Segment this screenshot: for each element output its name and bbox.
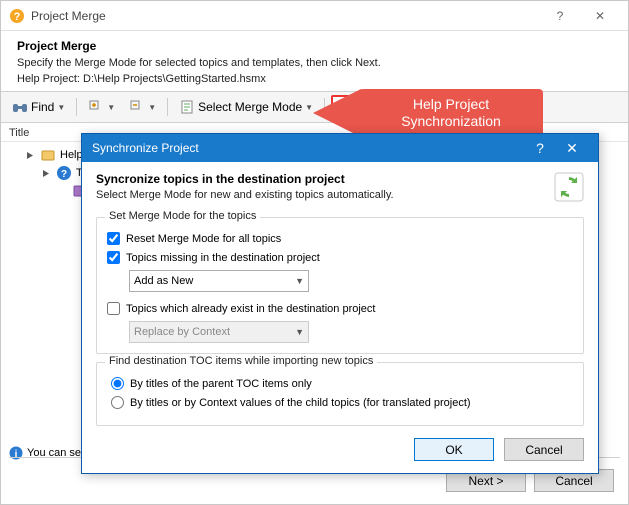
checkbox-input[interactable] [107, 302, 120, 315]
dialog-title: Synchronize Project [92, 141, 524, 155]
reset-merge-mode-checkbox[interactable]: Reset Merge Mode for all topics [107, 232, 573, 245]
wizard-header: Project Merge Specify the Merge Mode for… [1, 31, 628, 91]
project-icon [40, 147, 56, 163]
document-icon [179, 99, 195, 115]
group-legend: Set Merge Mode for the topics [105, 210, 260, 222]
expander-icon[interactable] [25, 150, 36, 161]
dialog-footer: OK Cancel [96, 426, 584, 461]
chevron-down-icon: ▼ [295, 327, 304, 337]
svg-text:i: i [15, 449, 18, 460]
by-titles-context-radio[interactable]: By titles or by Context values of the ch… [111, 396, 573, 409]
chevron-down-icon: ▼ [107, 103, 115, 112]
chevron-down-icon: ▼ [295, 276, 304, 286]
dialog-cancel-button[interactable]: Cancel [504, 438, 584, 461]
synchronize-button[interactable] [331, 95, 357, 119]
help-icon: ? [56, 165, 72, 181]
radio-label: By titles or by Context values of the ch… [130, 397, 471, 409]
chevron-down-icon: ▼ [305, 103, 313, 112]
existing-topics-combo: Replace by Context ▼ [129, 321, 309, 343]
separator [76, 98, 77, 116]
find-label: Find [31, 100, 54, 114]
select-merge-mode-button[interactable]: Select Merge Mode ▼ [174, 96, 318, 118]
sync-icon [336, 99, 352, 115]
select-merge-label: Select Merge Mode [198, 100, 302, 114]
ok-button[interactable]: OK [414, 438, 494, 461]
checkbox-label: Topics which already exist in the destin… [126, 303, 375, 315]
expander-icon[interactable] [41, 168, 52, 179]
radio-input[interactable] [111, 396, 124, 409]
find-toc-group: Find destination TOC items while importi… [96, 362, 584, 426]
combo-value: Add as New [134, 275, 193, 287]
synchronize-dialog: Synchronize Project ? ✕ Syncronize topic… [81, 133, 599, 474]
page-description: Specify the Merge Mode for selected topi… [17, 57, 612, 69]
checkbox-input[interactable] [107, 251, 120, 264]
tree-collapse-icon [129, 99, 145, 115]
missing-topics-checkbox[interactable]: Topics missing in the destination projec… [107, 251, 573, 264]
svg-text:?: ? [14, 11, 21, 23]
help-button[interactable]: ? [540, 2, 580, 30]
expander-spacer [57, 186, 68, 197]
toolbar: Find ▼ ▼ ▼ Select Merge Mode ▼ [1, 91, 628, 123]
chevron-down-icon: ▼ [57, 103, 65, 112]
radio-label: By titles of the parent TOC items only [130, 378, 312, 390]
close-button[interactable]: ✕ [580, 2, 620, 30]
dialog-help-button[interactable]: ? [524, 140, 556, 156]
separator [324, 98, 325, 116]
main-titlebar: ? Project Merge ? ✕ [1, 1, 628, 31]
dialog-heading: Syncronize topics in the destination pro… [96, 172, 554, 186]
dialog-subheading: Select Merge Mode for new and existing t… [96, 189, 554, 201]
group-legend: Find destination TOC items while importi… [105, 355, 377, 367]
tree-expand-icon [88, 99, 104, 115]
checkbox-label: Topics missing in the destination projec… [126, 252, 320, 264]
sync-large-icon [554, 172, 584, 202]
page-title: Project Merge [17, 39, 612, 53]
dialog-titlebar: Synchronize Project ? ✕ [82, 134, 598, 162]
expand-button[interactable]: ▼ [83, 96, 120, 118]
binoculars-icon [12, 99, 28, 115]
dialog-close-button[interactable]: ✕ [556, 140, 588, 157]
checkbox-input[interactable] [107, 232, 120, 245]
window-title: Project Merge [31, 9, 540, 23]
by-titles-parent-radio[interactable]: By titles of the parent TOC items only [111, 377, 573, 390]
separator [167, 98, 168, 116]
collapse-button[interactable]: ▼ [124, 96, 161, 118]
svg-text:?: ? [61, 169, 67, 180]
chevron-down-icon: ▼ [148, 103, 156, 112]
project-path: Help Project: D:\Help Projects\GettingSt… [17, 73, 612, 85]
existing-topics-checkbox[interactable]: Topics which already exist in the destin… [107, 302, 573, 315]
missing-topics-combo[interactable]: Add as New ▼ [129, 270, 309, 292]
combo-value: Replace by Context [134, 326, 230, 338]
app-icon: ? [9, 8, 25, 24]
checkbox-label: Reset Merge Mode for all topics [126, 233, 281, 245]
merge-mode-group: Set Merge Mode for the topics Reset Merg… [96, 217, 584, 354]
radio-input[interactable] [111, 377, 124, 390]
find-button[interactable]: Find ▼ [7, 96, 70, 118]
